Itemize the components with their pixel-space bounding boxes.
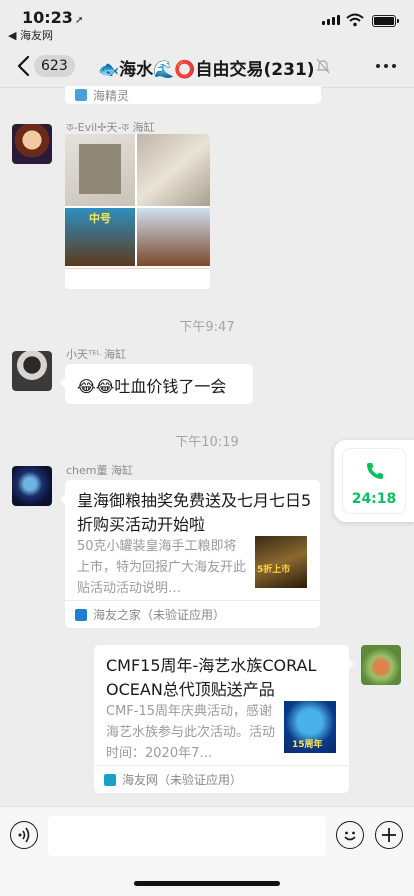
status-bar: 10:23 ➚ ◀ 海友网 <box>0 0 414 44</box>
chat-title: 🐟海水🌊⭕自由交易(231) <box>98 60 315 80</box>
link-card-message[interactable]: CMF15周年-海艺水族CORAL OCEAN总代顶贴送产品 CMF-15周年庆… <box>94 645 354 793</box>
product-photo-cave <box>137 208 210 266</box>
laugh-emoji: 😂😂 <box>77 377 115 396</box>
add-attachment-button[interactable] <box>375 821 403 849</box>
link-card-message[interactable]: 皇海御粮抽奖免费送及七月七日5折购买活动开始啦 50克小罐装皇海手工粮即将上市，… <box>60 480 320 628</box>
message-text: 吐血价钱了一会 <box>114 377 227 396</box>
image-message[interactable]: 中号 <box>65 134 210 289</box>
back-to-app-link[interactable]: ◀ 海友网 <box>8 27 53 43</box>
avatar[interactable] <box>12 351 52 391</box>
emoji-button[interactable] <box>336 821 364 849</box>
product-photo-pad <box>137 134 210 206</box>
card-source: 海友之家（未验证应用） <box>65 600 320 628</box>
card-description: 50克小罐装皇海手工粮即将上市，特为回报广大海友开此贴活动活动说明… <box>77 539 247 596</box>
app-source-icon <box>104 774 116 786</box>
avatar[interactable] <box>12 124 52 164</box>
call-duration: 24:18 <box>351 491 397 507</box>
wave-emoji: 🌊⭕ <box>153 60 196 80</box>
floating-call-window[interactable]: 24:18 <box>334 440 414 522</box>
voice-wave-icon <box>18 827 30 843</box>
voice-input-button[interactable] <box>10 821 38 849</box>
message-input[interactable] <box>48 816 326 856</box>
member-count: (231) <box>263 60 315 80</box>
fish-emoji: 🐟 <box>98 60 120 80</box>
card-description: CMF-15周年庆典活动，感谢海艺水族参与此次活动。活动时间：2020年7… <box>106 704 276 761</box>
app-source-icon <box>75 609 87 621</box>
more-options-button[interactable] <box>376 64 396 68</box>
call-widget[interactable]: 24:18 <box>342 448 406 514</box>
cellular-signal-icon <box>322 15 340 25</box>
timestamp: 下午9:47 <box>179 320 235 335</box>
avatar[interactable] <box>12 466 52 506</box>
prev-card-source: 海精灵 <box>93 89 130 103</box>
location-arrow-icon: ➚ <box>74 15 84 26</box>
card-thumbnail: 15周年 <box>284 701 336 753</box>
plus-icon <box>382 828 396 842</box>
mute-bell-icon <box>316 58 330 74</box>
back-chevron-icon[interactable] <box>12 53 36 79</box>
card-title: CMF15周年-海艺水族CORAL OCEAN总代顶贴送产品 <box>106 656 317 699</box>
battery-icon <box>372 15 399 27</box>
text-message[interactable]: 😂😂吐血价钱了一会 <box>60 364 253 404</box>
product-photo-sale: 中号 <box>65 208 135 266</box>
sender-name: 小天ᵀᴱᴸ 海缸 <box>66 348 126 361</box>
wifi-icon <box>346 13 364 27</box>
card-title: 皇海御粮抽奖免费送及七月七日5折购买活动开始啦 <box>77 491 312 534</box>
home-indicator <box>134 881 280 886</box>
smiley-icon <box>344 831 356 841</box>
status-time: 10:23 ➚ <box>22 8 84 27</box>
unread-count-badge[interactable]: 623 <box>34 55 75 77</box>
card-source: 海友网（未验证应用） <box>94 765 349 793</box>
chat-header: 623 🐟海水🌊⭕自由交易(231) <box>0 44 414 88</box>
sender-name: chem董 海缸 <box>66 464 133 477</box>
avatar[interactable] <box>361 645 401 685</box>
app-source-icon <box>75 89 87 101</box>
product-photo-box <box>65 134 135 206</box>
phone-icon <box>367 463 383 479</box>
card-thumbnail: 5折上市 <box>255 536 307 588</box>
product-price-strip <box>65 268 210 289</box>
prev-card-footer[interactable]: 海精灵 <box>65 86 321 104</box>
